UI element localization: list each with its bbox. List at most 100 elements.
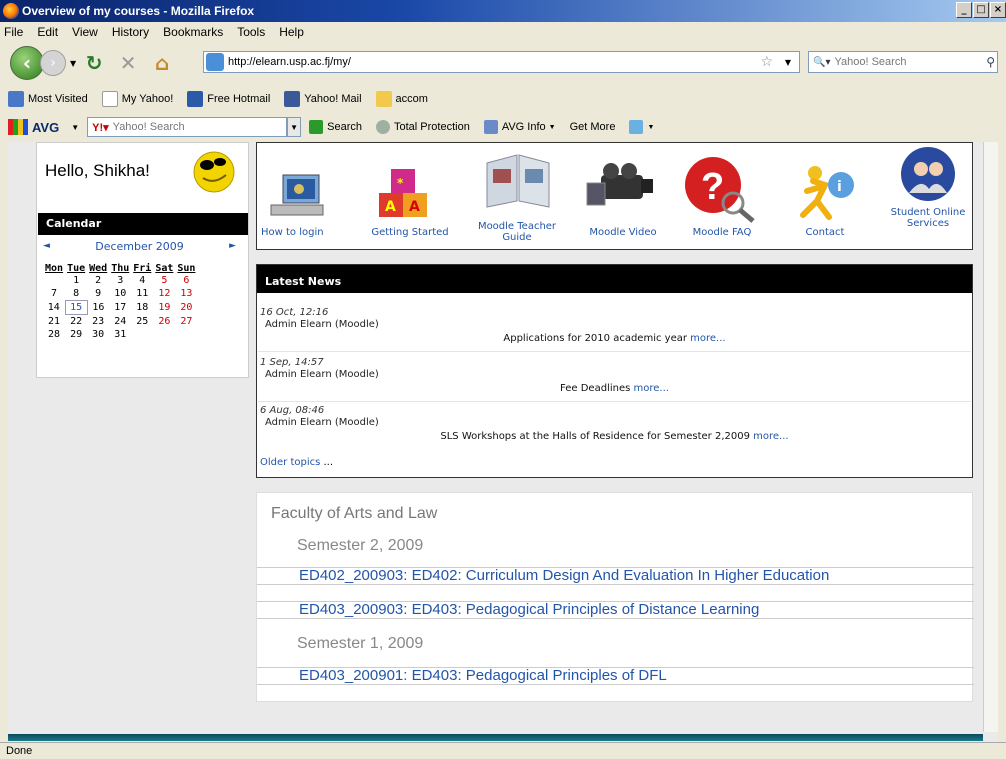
calendar-day	[131, 328, 153, 341]
calendar-month-link[interactable]: December 2009	[95, 240, 184, 253]
contact-person-icon: i	[800, 166, 854, 220]
window-title: Overview of my courses - Mozilla Firefox	[22, 4, 255, 18]
faculty-heading: Faculty of Arts and Law	[271, 505, 438, 522]
news-author: Admin Elearn (Moodle)	[265, 369, 379, 380]
menu-help[interactable]: Help	[279, 25, 304, 39]
vertical-scrollbar[interactable]	[983, 142, 998, 732]
day-header: Mon	[45, 263, 64, 274]
search-arrow-icon	[309, 120, 324, 134]
calendar-day: 17	[114, 302, 127, 313]
calendar-day: 16	[92, 302, 105, 313]
menu-bookmarks[interactable]: Bookmarks	[163, 25, 223, 39]
calendar-header: Calendar	[38, 213, 248, 235]
bookmark-free-hotmail[interactable]: Free Hotmail	[187, 91, 270, 107]
link-getting-started[interactable]: A A * Getting Started	[365, 143, 455, 249]
news-more-link[interactable]: more...	[690, 333, 725, 344]
link-contact[interactable]: i Contact	[781, 143, 869, 249]
avg-toolbar: AVG ▼ Y!▾ Yahoo! Search ▼ Search Total P…	[0, 112, 1006, 142]
avg-search-dropdown[interactable]: ▼	[287, 117, 302, 137]
search-placeholder[interactable]: Yahoo! Search	[834, 56, 906, 68]
bookmark-accom[interactable]: accom	[375, 91, 428, 107]
menu-tools[interactable]: Tools	[237, 25, 265, 39]
latest-news-block: Latest News 16 Oct, 12:16 Admin Elearn (…	[256, 264, 973, 478]
course-link[interactable]: ED402_200903: ED402: Curriculum Design A…	[257, 567, 974, 585]
stop-icon[interactable]: ✕	[116, 51, 140, 75]
back-button[interactable]: ‹	[10, 46, 44, 80]
day-header: Fri	[133, 263, 152, 274]
news-subject: SLS Workshops at the Halls of Residence …	[440, 431, 789, 442]
semester-heading: Semester 2, 2009	[297, 537, 424, 554]
history-dropdown-icon[interactable]: ▼	[70, 59, 76, 68]
calendar-day: 3	[117, 275, 124, 286]
course-list: Faculty of Arts and Law Semester 2, 2009…	[256, 492, 974, 702]
avg-info[interactable]: AVG Info ▼	[483, 120, 556, 134]
avg-menu-dropdown-icon[interactable]: ▼	[71, 123, 79, 132]
menu-bar: File Edit View History Bookmarks Tools H…	[0, 22, 1006, 42]
menu-view[interactable]: View	[72, 25, 98, 39]
close-button[interactable]: ×	[990, 2, 1006, 18]
avg-total-protection[interactable]: Total Protection	[376, 120, 470, 134]
calendar-next-icon[interactable]: ►	[229, 241, 236, 251]
news-date: 16 Oct, 12:16	[260, 307, 329, 318]
calendar-prev-icon[interactable]: ◄	[43, 241, 50, 251]
older-topics-link[interactable]: Older topics	[260, 457, 320, 468]
book-icon	[486, 154, 550, 208]
video-camera-icon	[586, 163, 653, 206]
minimize-button[interactable]: _	[956, 2, 972, 18]
avg-logo-icon	[8, 119, 28, 135]
link-how-to-login[interactable]: How to login	[259, 143, 339, 249]
latest-news-header: Latest News	[257, 265, 972, 293]
news-date: 1 Sep, 14:57	[260, 357, 324, 368]
avg-logo[interactable]: AVG	[8, 119, 59, 135]
reload-icon[interactable]: ↻	[82, 51, 106, 75]
link-student-online-services[interactable]: Student Online Services	[885, 143, 971, 249]
course-link[interactable]: ED403_200903: ED403: Pedagogical Princip…	[257, 601, 974, 619]
calendar-day: 19	[158, 302, 171, 313]
globe-icon	[629, 120, 644, 134]
search-provider-icon[interactable]: 🔍▾	[813, 57, 830, 68]
day-header: Thu	[111, 263, 130, 274]
search-box[interactable]: 🔍▾ Yahoo! Search ⚲	[808, 51, 998, 73]
bookmark-star-icon[interactable]: ☆	[760, 54, 773, 70]
svg-text:A: A	[409, 199, 420, 215]
forward-button[interactable]: ›	[40, 50, 66, 76]
calendar-day: 20	[180, 302, 193, 313]
bookmark-most-visited[interactable]: Most Visited	[8, 91, 88, 107]
restore-button[interactable]: □	[973, 2, 989, 18]
menu-file[interactable]: File	[4, 25, 23, 39]
calendar-day: 7	[51, 288, 58, 300]
abc-blocks-icon: A A *	[379, 169, 427, 217]
calendar-day: 10	[114, 288, 127, 300]
avg-extra-button[interactable]: ▼	[629, 120, 654, 134]
course-link[interactable]: ED403_200901: ED403: Pedagogical Princip…	[257, 667, 974, 685]
search-go-icon[interactable]: ⚲	[986, 55, 995, 69]
news-more-link[interactable]: more...	[753, 431, 788, 442]
url-dropdown-icon[interactable]: ▼	[785, 58, 791, 67]
site-identity-icon[interactable]	[206, 53, 224, 71]
calendar-day-today[interactable]: 15	[64, 300, 88, 315]
svg-text:?: ?	[701, 166, 724, 208]
calendar-day: 11	[136, 288, 149, 300]
bookmark-my-yahoo[interactable]: My Yahoo!	[101, 91, 173, 107]
calendar-day	[175, 328, 197, 341]
back-arrow-icon: ‹	[22, 51, 32, 75]
svg-text:i: i	[837, 179, 842, 195]
menu-edit[interactable]: Edit	[37, 25, 58, 39]
home-icon[interactable]: ⌂	[150, 51, 174, 75]
avg-search-button[interactable]: Search	[309, 120, 362, 134]
url-bar[interactable]: http://elearn.usp.ac.fj/my/ ☆ ▼	[203, 51, 800, 73]
url-text[interactable]: http://elearn.usp.ac.fj/my/	[228, 56, 351, 68]
link-moodle-teacher-guide[interactable]: Moodle Teacher Guide	[467, 143, 567, 249]
avg-search-input[interactable]: Y!▾ Yahoo! Search	[87, 117, 288, 137]
link-moodle-video[interactable]: Moodle Video	[577, 143, 669, 249]
news-subject: Fee Deadlines more...	[560, 383, 669, 394]
calendar-day: 24	[114, 315, 127, 327]
quick-links-block: How to login A A * Getting Started Moodl…	[256, 142, 973, 250]
calendar-day: 14	[47, 302, 60, 313]
menu-history[interactable]: History	[112, 25, 149, 39]
avg-get-more[interactable]: Get More	[570, 121, 616, 133]
link-moodle-faq[interactable]: ? Moodle FAQ	[679, 143, 765, 249]
news-more-link[interactable]: more...	[634, 383, 669, 394]
bookmark-yahoo-mail[interactable]: Yahoo! Mail	[284, 91, 362, 107]
calendar-day: 28	[48, 329, 61, 340]
